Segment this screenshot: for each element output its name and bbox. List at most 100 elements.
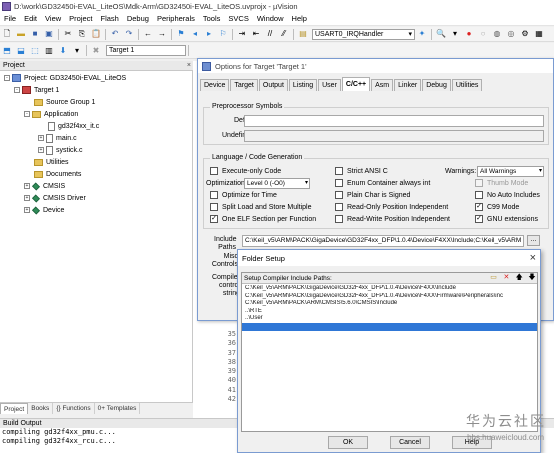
- find-in-files-icon[interactable]: ▤: [297, 28, 309, 40]
- batch-build-icon[interactable]: ▥: [43, 45, 55, 57]
- comment-icon[interactable]: //: [264, 28, 276, 40]
- optimization-select[interactable]: Level 0 (-O0) ▾: [244, 178, 310, 189]
- checkbox-box[interactable]: [210, 203, 218, 211]
- nav-forward-icon[interactable]: →: [156, 28, 168, 40]
- cancel-button[interactable]: Cancel: [390, 436, 430, 449]
- one-elf-section-checkbox[interactable]: ✓ One ELF Section per Function: [210, 215, 316, 223]
- menu-peripherals[interactable]: Peripherals: [153, 14, 199, 23]
- menu-window[interactable]: Window: [253, 14, 288, 23]
- rwpi-checkbox[interactable]: Read-Write Position Independent: [335, 215, 450, 223]
- indent-icon[interactable]: ⇥: [236, 28, 248, 40]
- include-path-item[interactable]: ..\RTE: [242, 308, 537, 316]
- checkbox-box[interactable]: [475, 179, 483, 187]
- thumb-mode-checkbox[interactable]: Thumb Mode: [475, 179, 528, 187]
- breakpoint-icon[interactable]: ●: [463, 28, 475, 40]
- find-icon[interactable]: ✦: [416, 28, 428, 40]
- checkbox-box[interactable]: ✓: [475, 215, 483, 223]
- tree-node-application[interactable]: - Application: [24, 109, 78, 119]
- checkbox-box[interactable]: [335, 167, 343, 175]
- tree-node-source-group[interactable]: Source Group 1: [34, 97, 95, 107]
- gnu-extensions-checkbox[interactable]: ✓ GNU extensions: [475, 215, 538, 223]
- new-folder-icon[interactable]: ▭: [489, 273, 499, 282]
- include-paths-browse-button[interactable]: ...: [527, 235, 540, 246]
- bookmark-clear-icon[interactable]: ⚐: [217, 28, 229, 40]
- checkbox-box[interactable]: ✓: [475, 203, 483, 211]
- c99-mode-checkbox[interactable]: ✓ C99 Mode: [475, 203, 519, 211]
- redo-icon[interactable]: ↷: [123, 28, 135, 40]
- breakpoint-disable-icon[interactable]: ○: [477, 28, 489, 40]
- menu-view[interactable]: View: [41, 14, 65, 23]
- checkbox-box[interactable]: [335, 179, 343, 187]
- include-path-item[interactable]: C:\Keil_v5\ARM\PACK\ARM\CMSIS\5.6.0\CMSI…: [242, 300, 537, 308]
- zoom-menu-chevron-icon[interactable]: ▾: [449, 28, 461, 40]
- expand-icon[interactable]: +: [24, 183, 30, 189]
- include-path-item[interactable]: C:\Keil_v5\ARM\PACK\GigaDevice\GD32F4xx_…: [242, 293, 537, 301]
- tab-utilities[interactable]: Utilities: [451, 79, 483, 91]
- tree-node-utilities[interactable]: Utilities: [34, 157, 69, 167]
- warnings-select[interactable]: All Warnings ▾: [477, 166, 544, 177]
- move-up-icon[interactable]: 🡅: [514, 274, 524, 283]
- include-path-item[interactable]: ..\User: [242, 315, 537, 323]
- strict-ansi-checkbox[interactable]: Strict ANSI C: [335, 167, 388, 175]
- cut-icon[interactable]: ✂: [62, 28, 74, 40]
- tab-linker[interactable]: Linker: [394, 79, 422, 91]
- checkbox-box[interactable]: [335, 203, 343, 211]
- menu-edit[interactable]: Edit: [20, 14, 41, 23]
- execute-only-checkbox[interactable]: Execute-only Code: [210, 167, 281, 175]
- enum-int-checkbox[interactable]: Enum Container always int: [335, 179, 430, 187]
- bookmark-prev-icon[interactable]: ◂: [189, 28, 201, 40]
- close-icon[interactable]: ×: [530, 252, 536, 264]
- tab-target[interactable]: Target: [230, 79, 258, 91]
- checkbox-box[interactable]: [335, 215, 343, 223]
- tree-node-cmsis-driver[interactable]: + CMSIS Driver: [24, 193, 86, 203]
- tab-functions[interactable]: {} Functions: [53, 403, 95, 414]
- ropi-checkbox[interactable]: Read-Only Position Independent: [335, 203, 448, 211]
- plain-char-signed-checkbox[interactable]: Plain Char is Signed: [335, 191, 410, 199]
- expand-icon[interactable]: +: [38, 147, 44, 153]
- expand-icon[interactable]: +: [24, 207, 30, 213]
- paste-icon[interactable]: 📋: [90, 28, 102, 40]
- move-down-icon[interactable]: 🡇: [527, 274, 537, 283]
- menu-flash[interactable]: Flash: [97, 14, 123, 23]
- menu-svcs[interactable]: SVCS: [224, 14, 252, 23]
- run-icon[interactable]: ◍: [491, 28, 503, 40]
- checkbox-box[interactable]: [210, 191, 218, 199]
- configure-icon[interactable]: ⚙: [519, 28, 531, 40]
- include-paths-input[interactable]: C:\Keil_v5\ARM\PACK\GigaDevice\GD32F4xx_…: [242, 235, 524, 247]
- checkbox-box[interactable]: [335, 191, 343, 199]
- optimize-time-checkbox[interactable]: Optimize for Time: [210, 191, 277, 199]
- menu-debug[interactable]: Debug: [123, 14, 153, 23]
- download-menu-chevron-icon[interactable]: ▾: [71, 45, 83, 57]
- nav-back-icon[interactable]: ←: [142, 28, 154, 40]
- no-auto-includes-checkbox[interactable]: No Auto Includes: [475, 191, 540, 199]
- include-path-item[interactable]: C:\Keil_v5\ARM\PACK\GigaDevice\GD32F4xx_…: [242, 285, 537, 293]
- tree-node-device[interactable]: + Device: [24, 205, 64, 215]
- close-icon[interactable]: ×: [187, 61, 191, 71]
- tab-c-cpp[interactable]: C/C++: [341, 77, 371, 91]
- expand-icon[interactable]: +: [38, 135, 44, 141]
- tab-templates[interactable]: 0+ Templates: [95, 403, 141, 414]
- translate-icon[interactable]: ⬒: [1, 45, 13, 57]
- include-path-item-selected[interactable]: [242, 322, 537, 331]
- tab-books[interactable]: Books: [28, 403, 54, 414]
- function-combo[interactable]: USART0_IRQHandler ▾: [312, 28, 415, 40]
- open-icon[interactable]: ▬: [15, 28, 27, 40]
- checkbox-box[interactable]: [475, 191, 483, 199]
- bookmark-icon[interactable]: ⚑: [175, 28, 187, 40]
- tab-project[interactable]: Project: [0, 403, 29, 414]
- save-icon[interactable]: ■: [29, 28, 41, 40]
- tab-debug[interactable]: Debug: [422, 79, 451, 91]
- build-icon[interactable]: ⬓: [15, 45, 27, 57]
- stop-icon[interactable]: ◎: [505, 28, 517, 40]
- undefine-input[interactable]: [244, 130, 544, 142]
- tree-node-file[interactable]: + main.c: [38, 133, 77, 143]
- collapse-icon[interactable]: -: [24, 111, 30, 117]
- delete-icon[interactable]: ✕: [501, 273, 511, 282]
- tree-node-file[interactable]: + systick.c: [38, 145, 82, 155]
- undo-icon[interactable]: ↶: [109, 28, 121, 40]
- collapse-icon[interactable]: -: [14, 87, 20, 93]
- target-combo[interactable]: Target 1: [106, 45, 186, 56]
- unindent-icon[interactable]: ⇤: [250, 28, 262, 40]
- define-input[interactable]: [244, 115, 544, 127]
- menu-project[interactable]: Project: [65, 14, 96, 23]
